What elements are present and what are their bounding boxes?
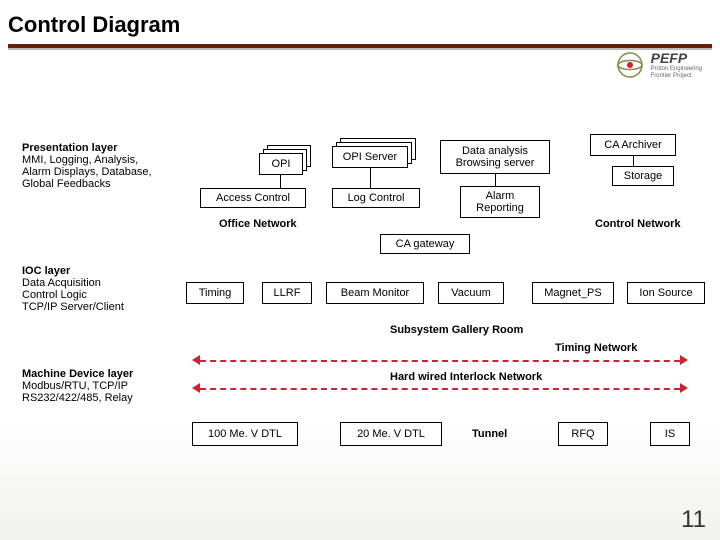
tunnel-label: Tunnel	[472, 428, 507, 440]
machine-heading: Machine Device layer	[22, 368, 133, 380]
logo: PEFP Proton Engineering Frontier Project	[615, 50, 702, 80]
llrf-box: LLRF	[262, 282, 312, 304]
opi-box: OPI	[259, 153, 303, 175]
beam-monitor-box: Beam Monitor	[326, 282, 424, 304]
alarm-reporting-box: Alarm Reporting	[460, 186, 540, 218]
dtl20-box: 20 Me. V DTL	[340, 422, 442, 446]
timing-network-label: Timing Network	[555, 342, 637, 354]
office-network-label: Office Network	[219, 218, 297, 230]
connector-data-analysis	[495, 174, 496, 186]
magnet-ps-box: Magnet_PS	[532, 282, 614, 304]
ca-gateway-box: CA gateway	[380, 234, 470, 254]
ca-archiver-box: CA Archiver	[590, 134, 676, 156]
data-analysis-box: Data analysis Browsing server	[440, 140, 550, 174]
timing-box: Timing	[186, 282, 244, 304]
connector-opi	[280, 174, 281, 188]
storage-box: Storage	[612, 166, 674, 186]
connector-opi-server	[370, 168, 371, 188]
ion-source-box: Ion Source	[627, 282, 705, 304]
ioc-layer-label: IOC layer Data Acquisition Control Logic…	[22, 265, 182, 313]
access-control-box: Access Control	[200, 188, 306, 208]
log-control-box: Log Control	[332, 188, 420, 208]
ioc-heading: IOC layer	[22, 265, 70, 277]
is-box: IS	[650, 422, 690, 446]
timing-network-line	[200, 360, 680, 362]
interlock-arrow-right	[680, 383, 688, 393]
interlock-network-label: Hard wired Interlock Network	[390, 371, 542, 383]
opi-server-box: OPI Server	[332, 146, 408, 168]
title-rule	[8, 44, 712, 50]
logo-icon	[615, 50, 645, 80]
interlock-network-line	[200, 388, 680, 390]
interlock-arrow-left	[192, 383, 200, 393]
logo-subtitle-1: Proton Engineering	[651, 66, 702, 73]
subsystem-room-label: Subsystem Gallery Room	[390, 324, 523, 336]
presentation-desc: MMI, Logging, Analysis, Alarm Displays, …	[22, 154, 152, 190]
page-number: 11	[681, 506, 706, 534]
timing-arrow-left	[192, 355, 200, 365]
logo-subtitle-2: Frontier Project	[651, 73, 702, 80]
control-network-label: Control Network	[595, 218, 681, 230]
dtl100-box: 100 Me. V DTL	[192, 422, 298, 446]
rfq-box: RFQ	[558, 422, 608, 446]
ioc-desc: Data Acquisition Control Logic TCP/IP Se…	[22, 277, 124, 313]
presentation-layer-label: Presentation layer MMI, Logging, Analysi…	[22, 142, 197, 190]
connector-archiver	[633, 156, 634, 166]
page-title: Control Diagram	[0, 0, 720, 44]
machine-desc: Modbus/RTU, TCP/IP RS232/422/485, Relay	[22, 380, 133, 404]
vacuum-box: Vacuum	[438, 282, 504, 304]
diagram-canvas: Presentation layer MMI, Logging, Analysi…	[0, 90, 720, 540]
timing-arrow-right	[680, 355, 688, 365]
logo-text: PEFP	[651, 50, 702, 66]
machine-layer-label: Machine Device layer Modbus/RTU, TCP/IP …	[22, 368, 192, 404]
presentation-heading: Presentation layer	[22, 142, 117, 154]
